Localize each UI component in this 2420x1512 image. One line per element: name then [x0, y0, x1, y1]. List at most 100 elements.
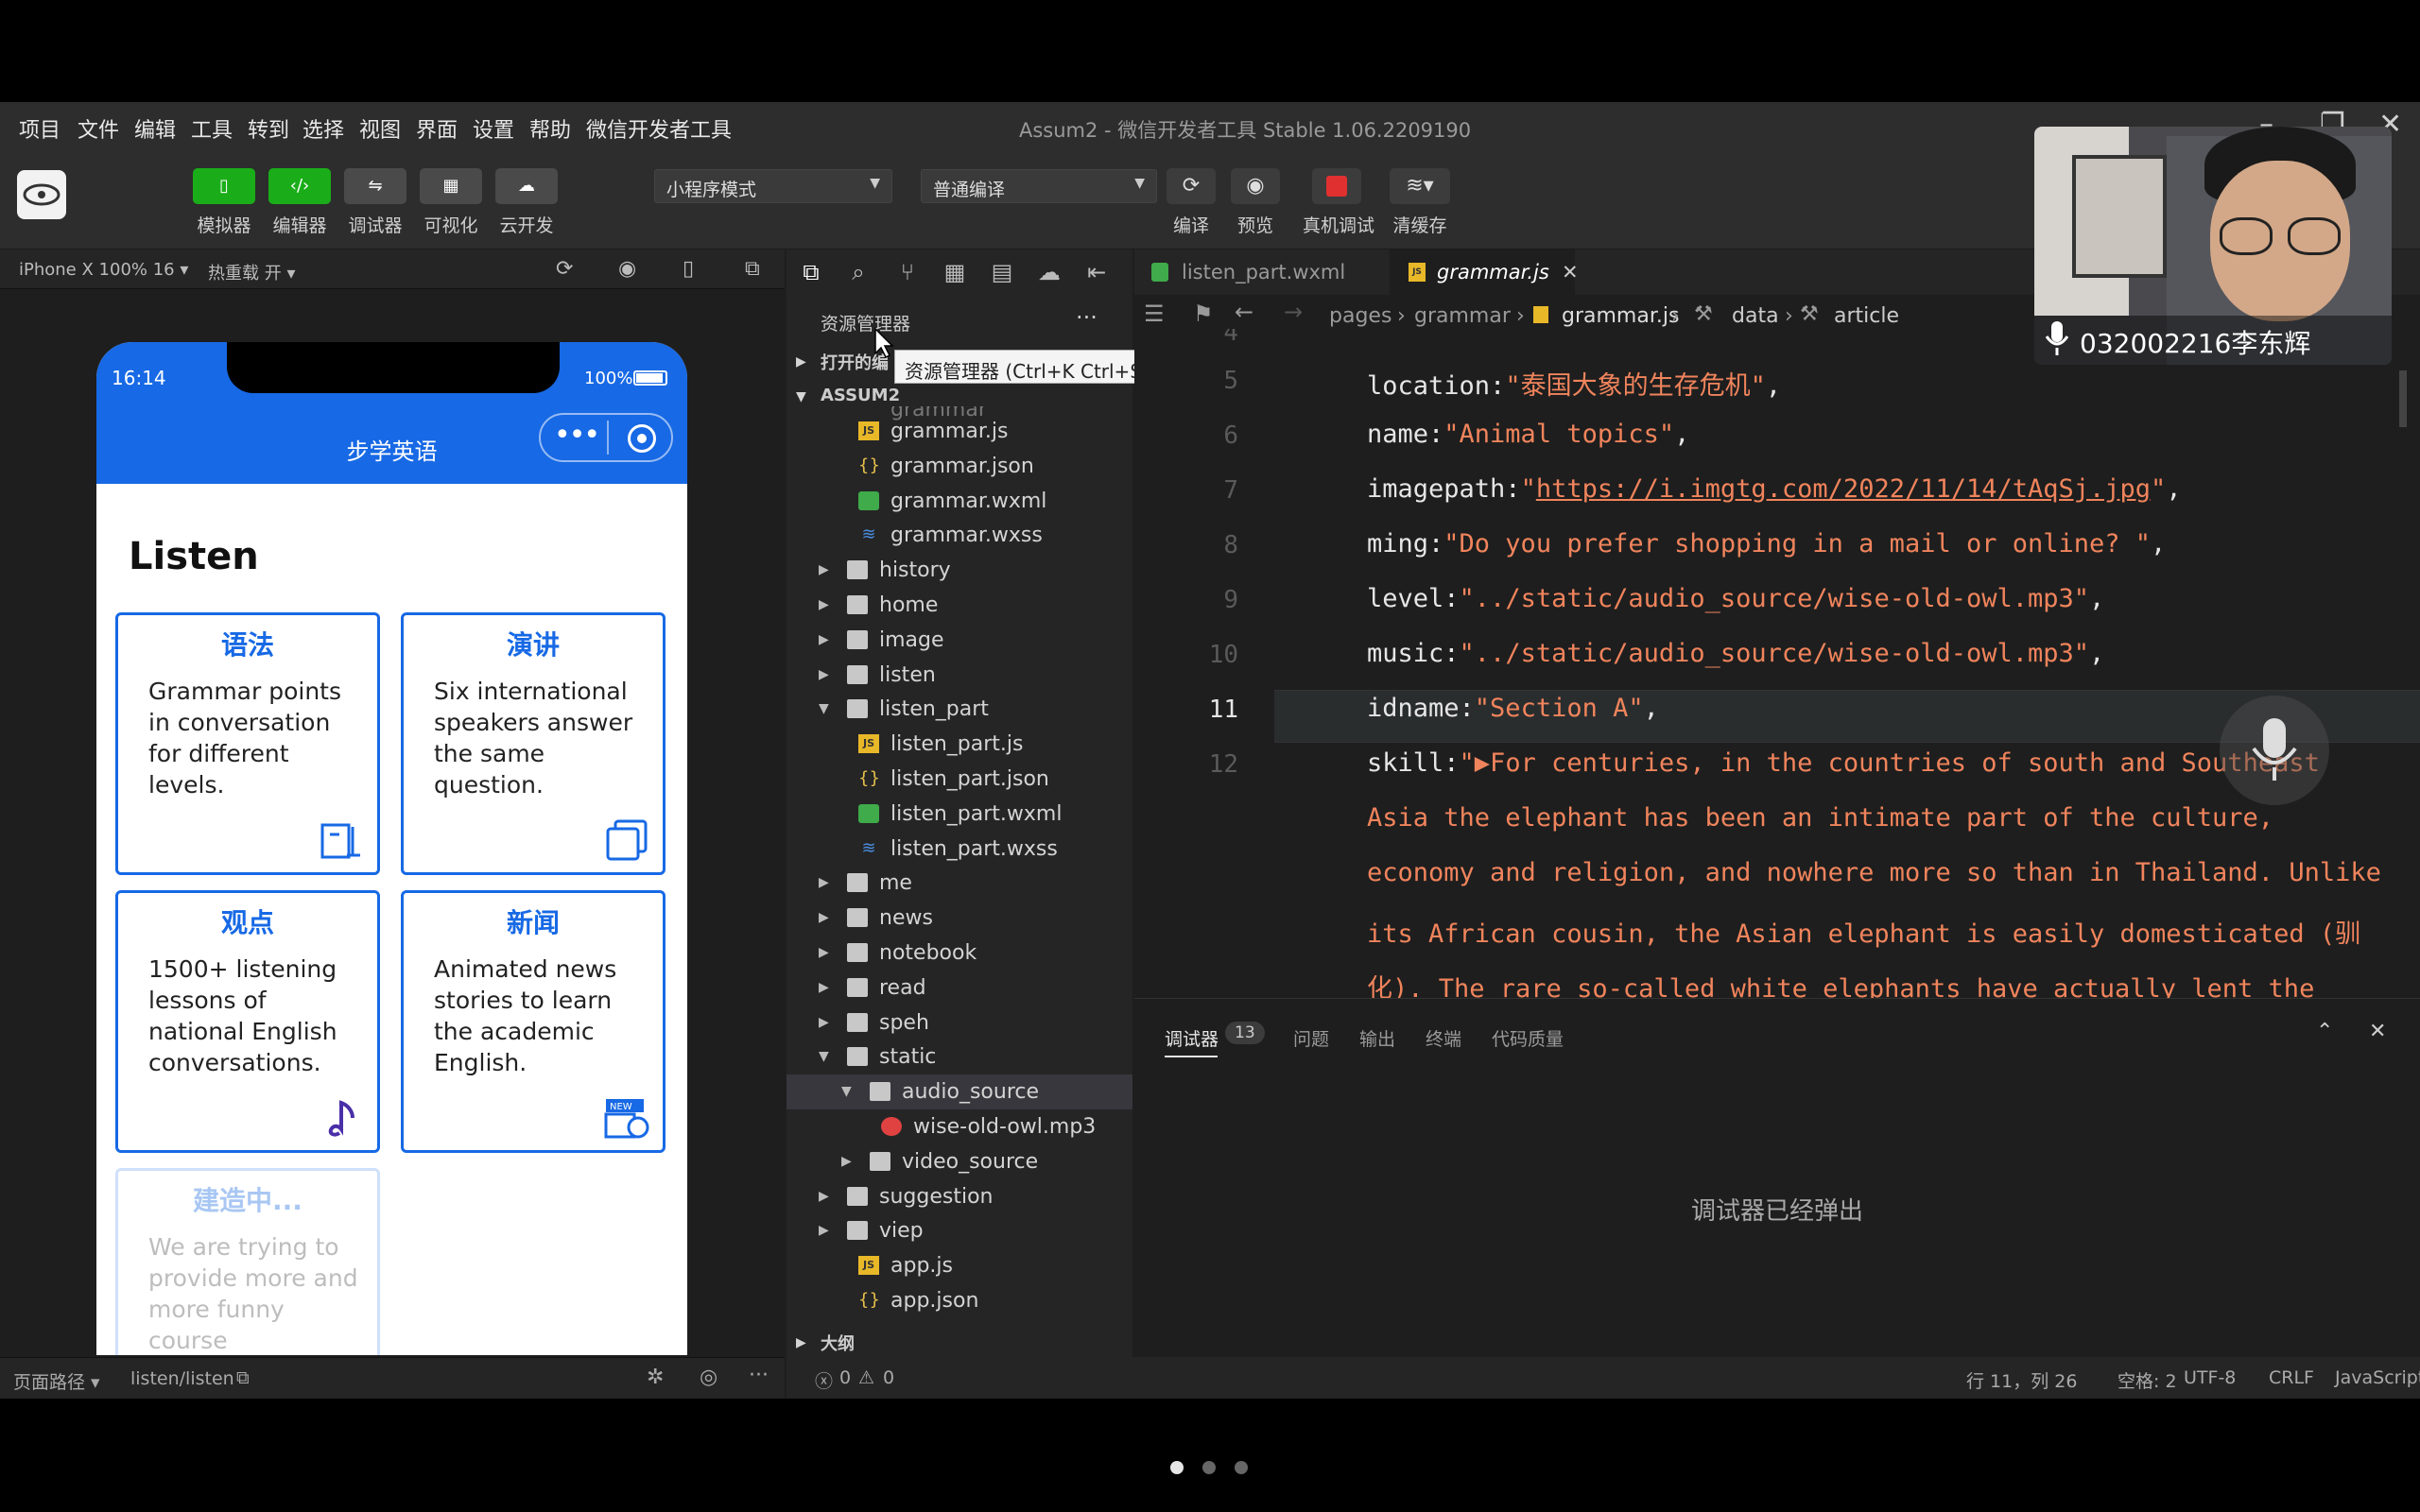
- code-line-wrapped[interactable]: Asia the elephant has been an intimate p…: [1367, 803, 2273, 833]
- chevron-right-icon[interactable]: ▶: [819, 901, 829, 936]
- tree-item[interactable]: ▶ video_source: [786, 1144, 1132, 1179]
- menu-goto[interactable]: 转到: [248, 113, 289, 144]
- tree-item[interactable]: JS app.js: [786, 1248, 1132, 1283]
- tree-item[interactable]: ▶ suggestion: [786, 1179, 1132, 1214]
- code-line[interactable]: skill:"▶For centuries, in the countries …: [1367, 748, 2320, 778]
- popout-icon[interactable]: ⧉: [745, 257, 760, 281]
- tree-item[interactable]: ▶ listen: [786, 658, 1132, 693]
- clear-cache-button[interactable]: ≋▾: [1390, 168, 1450, 204]
- tree-item[interactable]: grammar.wxml: [786, 484, 1132, 519]
- hotreload-toggle[interactable]: 热重载 开 ▾: [208, 260, 295, 284]
- tree-item[interactable]: ▶ viep: [786, 1213, 1132, 1248]
- phone-icon[interactable]: ▯: [683, 257, 694, 281]
- storage-icon[interactable]: ▤: [989, 259, 1015, 285]
- chevron-right-icon[interactable]: ▶: [819, 1005, 829, 1040]
- card-speech[interactable]: 演讲 Six international speakers answer the…: [401, 612, 666, 875]
- code-line[interactable]: music:"../static/audio_source/wise-old-o…: [1367, 639, 2104, 668]
- cloud-icon[interactable]: ☁: [1036, 259, 1063, 285]
- chevron-right-icon[interactable]: ▶: [819, 866, 829, 901]
- close-icon[interactable]: ✕: [2369, 1020, 2386, 1043]
- tree-item[interactable]: ▶ read: [786, 971, 1132, 1005]
- chevron-right-icon[interactable]: ▶: [819, 623, 829, 658]
- menu-devtools[interactable]: 微信开发者工具: [586, 113, 732, 144]
- chevron-down-icon[interactable]: ▼: [819, 692, 829, 727]
- tree-item[interactable]: {} app.json: [786, 1283, 1132, 1318]
- editor-button[interactable]: ‹/›: [268, 168, 331, 204]
- cursor-position[interactable]: 行 11，列 26: [1966, 1367, 2077, 1393]
- page-path-select[interactable]: 页面路径 ▾: [13, 1368, 100, 1394]
- tree-item[interactable]: ▶ image: [786, 623, 1132, 658]
- tree-item[interactable]: JS grammar.js: [786, 414, 1132, 449]
- menu-select[interactable]: 选择: [302, 113, 344, 144]
- menu-tools[interactable]: 工具: [191, 113, 233, 144]
- tree-item[interactable]: ▼ listen_part: [786, 692, 1132, 727]
- chevron-right-icon[interactable]: ▶: [819, 658, 829, 693]
- chevron-right-icon[interactable]: ▶: [819, 553, 829, 588]
- tree-item[interactable]: JS listen_part.js: [786, 727, 1132, 762]
- chevron-right-icon[interactable]: ▶: [819, 936, 829, 971]
- code-line[interactable]: name:"Animal topics",: [1367, 420, 1689, 449]
- tree-item[interactable]: ▶ notebook: [786, 936, 1132, 971]
- line-ending[interactable]: CRLF: [2269, 1367, 2314, 1388]
- code-line[interactable]: level:"../static/audio_source/wise-old-o…: [1367, 584, 2104, 613]
- tab-terminal[interactable]: 终端: [1426, 1025, 1461, 1051]
- tree-item[interactable]: ▼ audio_source: [786, 1074, 1132, 1110]
- git-icon[interactable]: ⑂: [894, 259, 921, 285]
- tab-output[interactable]: 输出: [1359, 1025, 1395, 1051]
- project-header[interactable]: ASSUM2: [821, 386, 900, 405]
- tree-item[interactable]: ▶ speh: [786, 1005, 1132, 1040]
- chevron-right-icon[interactable]: ▶: [819, 1213, 829, 1248]
- warning-count[interactable]: 0: [883, 1367, 894, 1388]
- tree-item[interactable]: ▶ news: [786, 901, 1132, 936]
- indentation[interactable]: 空格: 2: [2118, 1367, 2177, 1393]
- error-count[interactable]: 0: [839, 1367, 851, 1388]
- compile-button[interactable]: ⟳: [1167, 168, 1216, 204]
- device-select[interactable]: iPhone X 100% 16 ▾: [19, 260, 188, 280]
- menu-interface[interactable]: 界面: [416, 113, 458, 144]
- code-line[interactable]: idname:"Section A",: [1367, 694, 1659, 723]
- more-icon[interactable]: ···: [1076, 304, 1098, 331]
- tree-item[interactable]: listen_part.wxml: [786, 797, 1132, 832]
- chevron-right-icon[interactable]: ▶: [819, 971, 829, 1005]
- mic-overlay[interactable]: [2220, 696, 2329, 805]
- visual-button[interactable]: ▦: [420, 168, 482, 204]
- tab-debugger[interactable]: 调试器: [1165, 1025, 1219, 1051]
- chevron-right-icon[interactable]: ▶: [819, 1179, 829, 1214]
- code-line[interactable]: ming:"Do you prefer shopping in a mail o…: [1367, 529, 2166, 558]
- menu-file[interactable]: 文件: [78, 113, 119, 144]
- debugger-button[interactable]: ⇋: [344, 168, 406, 204]
- compile-select[interactable]: 普通编译 ▼: [921, 169, 1157, 203]
- avatar[interactable]: [17, 170, 66, 219]
- chevron-right-icon[interactable]: ▶: [841, 1144, 852, 1179]
- language-mode[interactable]: JavaScript: [2335, 1367, 2420, 1388]
- menu-edit[interactable]: 编辑: [134, 113, 176, 144]
- code-line[interactable]: location:"泰国大象的生存危机",: [1367, 365, 1781, 402]
- device-debug-button[interactable]: [1312, 168, 1361, 204]
- tree-item[interactable]: wise-old-owl.mp3: [786, 1109, 1132, 1144]
- eye-icon[interactable]: ◎: [700, 1366, 717, 1389]
- files-icon[interactable]: ⧉: [798, 259, 824, 285]
- menu-settings[interactable]: 设置: [473, 113, 514, 144]
- refresh-icon[interactable]: ⟳: [556, 257, 573, 281]
- tree-item[interactable]: ▶ me: [786, 866, 1132, 901]
- code-url[interactable]: https://i.imgtg.com/2022/11/14/tAqSj.jpg: [1536, 474, 2151, 504]
- tree-item[interactable]: ≋ grammar.wxss: [786, 518, 1132, 553]
- code-line-wrapped[interactable]: economy and religion, and nowhere more s…: [1367, 858, 2381, 887]
- code-line[interactable]: imagepath:"https://i.imgtg.com/2022/11/1…: [1367, 474, 2182, 504]
- scrollbar-thumb[interactable]: [2399, 370, 2407, 427]
- cloud-button[interactable]: ☁: [495, 168, 558, 204]
- chevron-down-icon[interactable]: ▼: [841, 1074, 852, 1109]
- menu-project[interactable]: 项目: [19, 113, 60, 144]
- outline-header[interactable]: 大纲: [821, 1331, 855, 1355]
- more-icon[interactable]: ···: [749, 1364, 769, 1387]
- collapse-icon[interactable]: ⇤: [1083, 259, 1110, 285]
- card-opinion[interactable]: 观点 1500+ listening lessons of national E…: [115, 890, 380, 1153]
- menu-help[interactable]: 帮助: [529, 113, 571, 144]
- tree-item[interactable]: {} listen_part.json: [786, 762, 1132, 797]
- mode-select[interactable]: 小程序模式 ▼: [654, 169, 892, 203]
- card-news[interactable]: 新闻 Animated news stories to learn the ac…: [401, 890, 666, 1153]
- tab-problems[interactable]: 问题: [1293, 1025, 1329, 1051]
- close-miniapp-icon[interactable]: [628, 424, 656, 453]
- chevron-down-icon[interactable]: ▼: [819, 1040, 829, 1074]
- tree-item[interactable]: ▶ home: [786, 588, 1132, 623]
